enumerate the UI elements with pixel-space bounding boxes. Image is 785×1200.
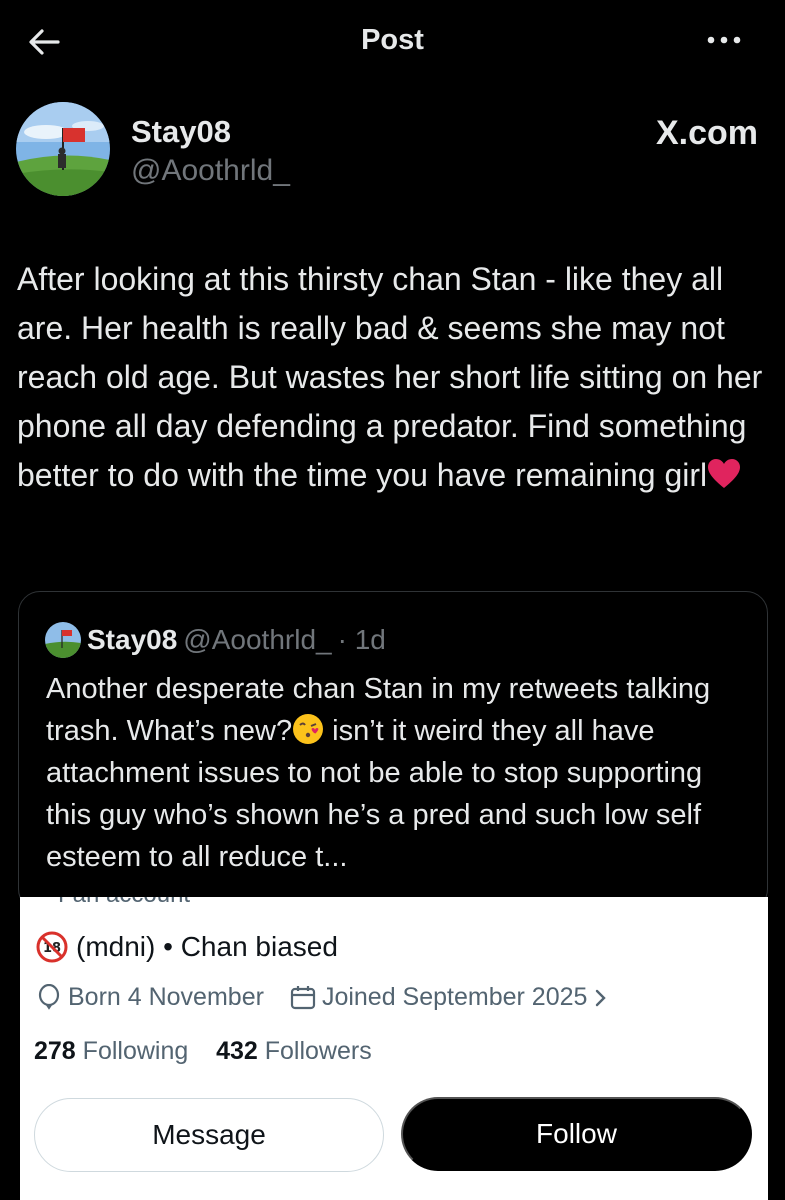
profile-meta: Born 4 November Joined September 2025	[36, 983, 609, 1012]
quoted-post[interactable]: Stay08 @Aoothrld_ · 1d Another desperate…	[18, 591, 768, 911]
post-text: After looking at this thirsty chan Stan …	[17, 255, 777, 500]
followers-count: 432	[216, 1037, 258, 1065]
joined-text: Joined September 2025	[321, 983, 588, 1011]
followers-link[interactable]: 432 Followers	[216, 1037, 372, 1065]
post-author: Stay08 @Aoothrld_ X.com	[16, 102, 776, 196]
cut-off-line: Fan account	[20, 897, 768, 905]
author-handle[interactable]: @Aoothrld_	[131, 154, 290, 188]
birthday-text: Born 4 November	[68, 983, 264, 1011]
calendar-icon	[290, 985, 316, 1009]
source-label: X.com	[655, 114, 758, 152]
quoted-post-header: Stay08 @Aoothrld_ · 1d	[45, 622, 386, 658]
no-one-under-18-icon: 18	[36, 931, 68, 963]
cut-off-text: Fan account	[58, 897, 190, 905]
top-bar: Post	[0, 0, 785, 82]
following-count: 278	[34, 1037, 76, 1065]
more-horizontal-icon[interactable]	[705, 30, 745, 50]
profile-card: Fan account 18 (mdni) • Chan biased Born…	[20, 897, 768, 1200]
quoted-avatar	[45, 622, 81, 658]
chevron-right-icon[interactable]	[593, 987, 609, 1009]
face-blowing-kiss-icon	[293, 714, 324, 744]
avatar[interactable]	[16, 102, 110, 196]
followers-label: Followers	[264, 1037, 372, 1065]
quoted-author-name: Stay08	[87, 624, 178, 655]
red-heart-icon	[708, 459, 741, 488]
quoted-post-text: Another desperate chan Stan in my retwee…	[46, 668, 746, 878]
post-body: After looking at this thirsty chan Stan …	[17, 261, 763, 493]
follow-counts: 278 Following 432 Followers	[34, 1037, 372, 1066]
quoted-timestamp: · 1d	[337, 624, 386, 655]
author-name[interactable]: Stay08	[131, 114, 231, 150]
avatar-image	[16, 102, 110, 196]
follow-button[interactable]: Follow	[401, 1097, 752, 1171]
profile-bio: 18 (mdni) • Chan biased	[36, 931, 338, 963]
page-title: Post	[361, 24, 424, 56]
following-link[interactable]: 278 Following	[34, 1037, 188, 1065]
message-button[interactable]: Message	[34, 1098, 384, 1172]
bio-text: (mdni) • Chan biased	[76, 931, 338, 962]
birthday-balloon-icon	[38, 983, 60, 1010]
following-label: Following	[82, 1037, 189, 1065]
quoted-author-handle: @Aoothrld_	[183, 624, 332, 655]
